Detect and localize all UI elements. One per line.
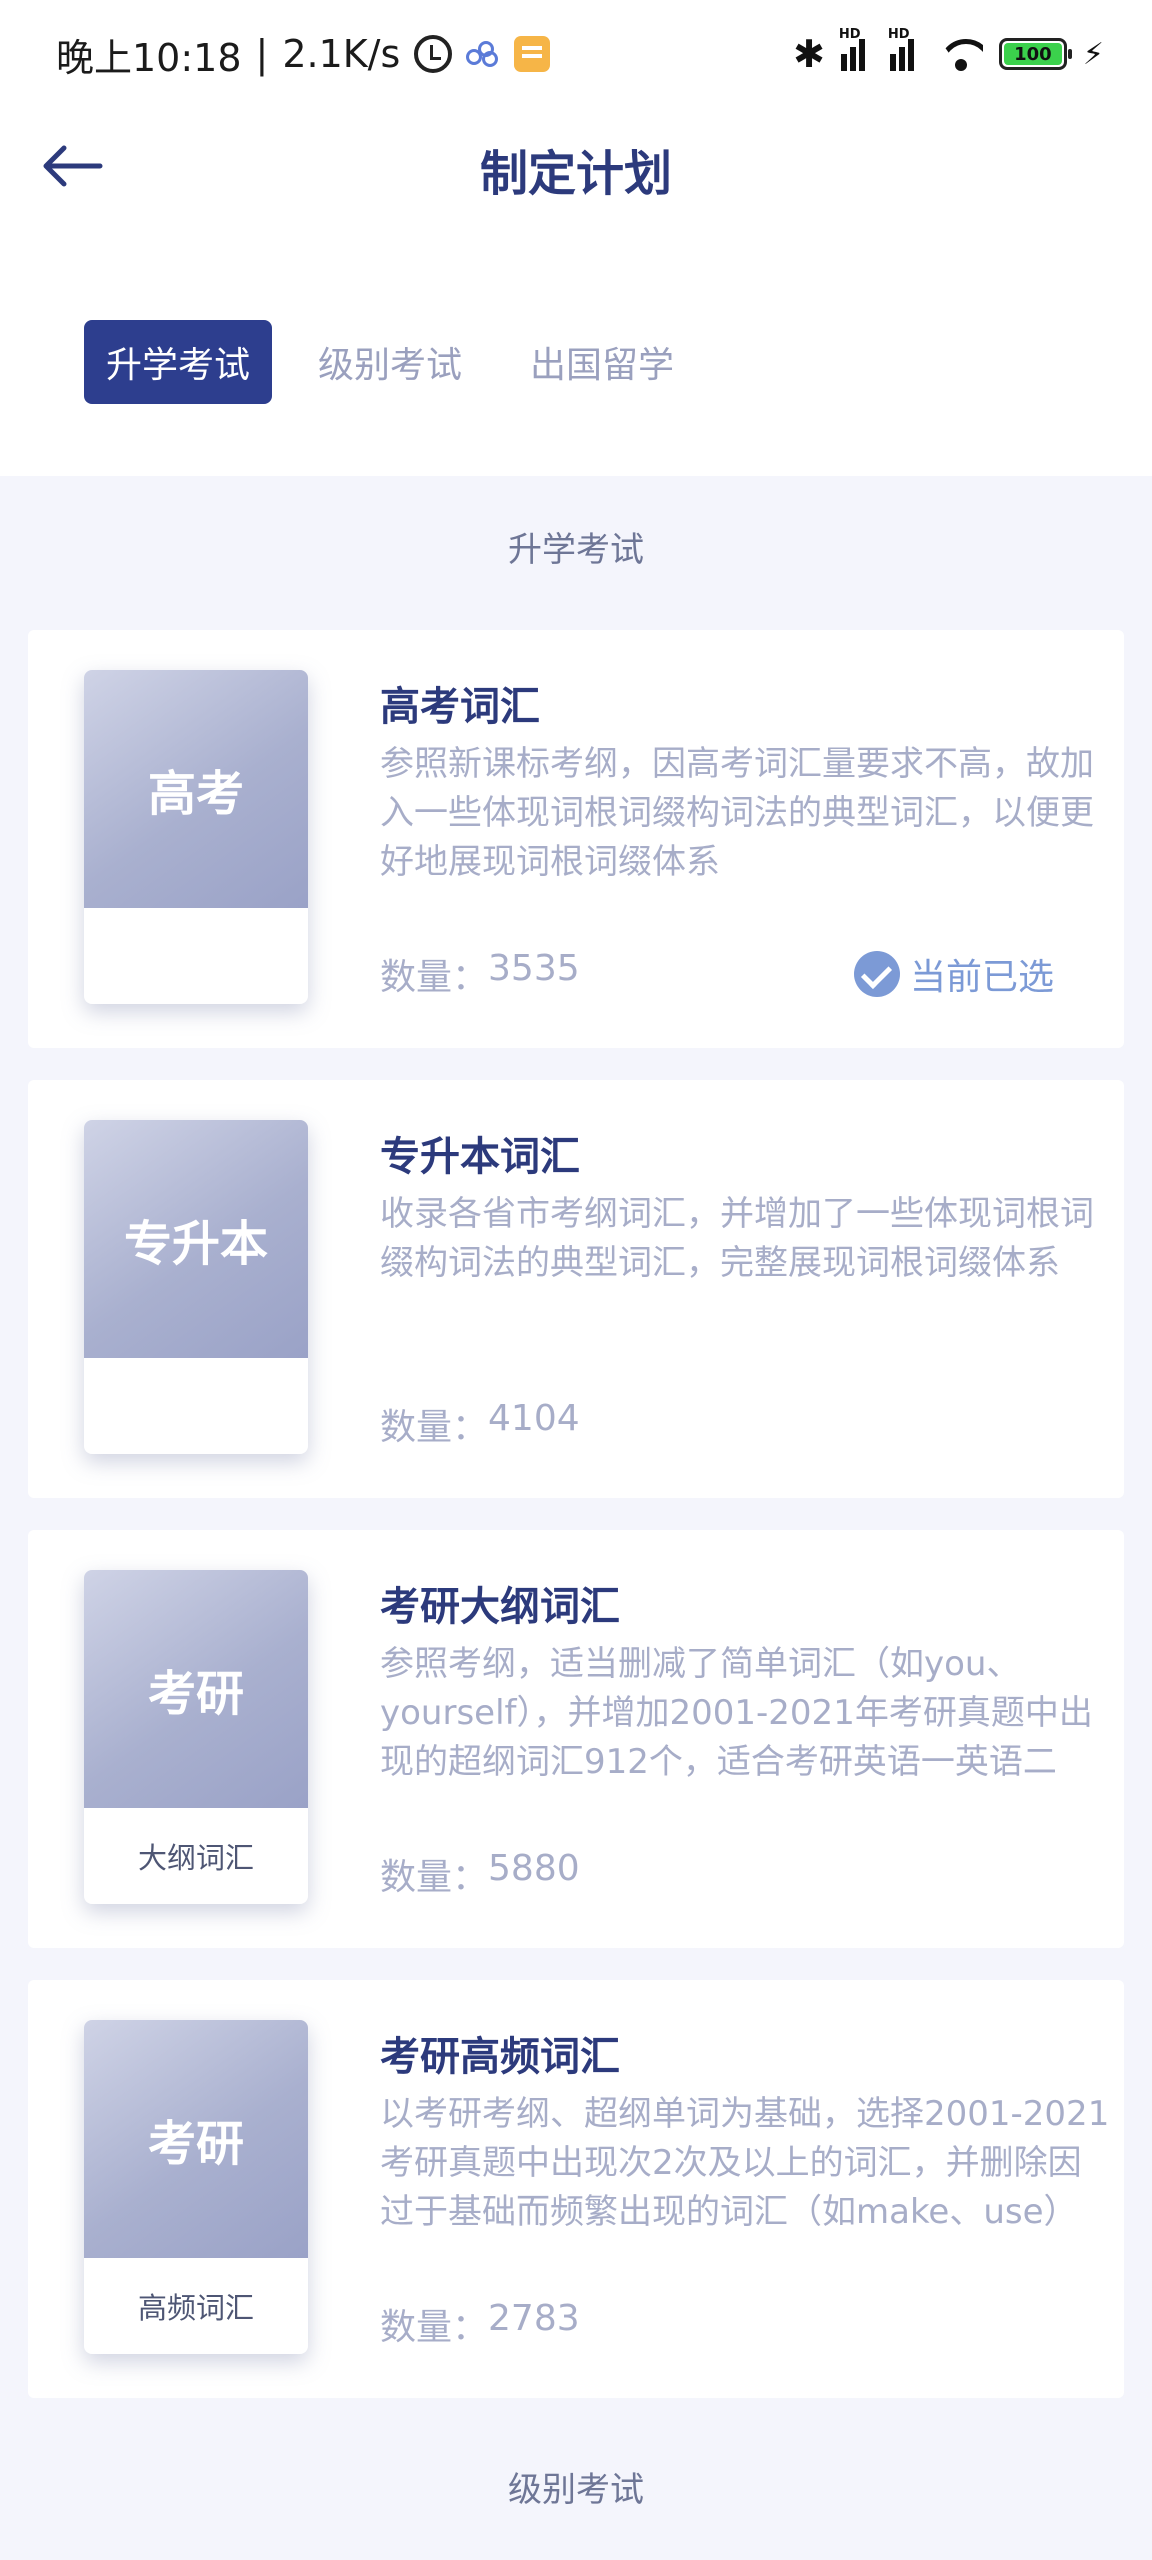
selected-label: 当前已选	[909, 957, 1054, 998]
vocab-card-gaokao[interactable]: 高考 高考词汇 参照新课标考纲，因高考词汇量要求不高，故加入一些体现词根词缀构词…	[28, 630, 1124, 1048]
cover-subtitle: 大纲词汇	[137, 1841, 254, 1875]
cover-subtitle	[84, 1358, 308, 1454]
hd-label-2: HD	[887, 27, 910, 42]
book-cover: 高考	[84, 670, 308, 1004]
signal-icon-2: HD	[888, 27, 923, 71]
tab-entrance-exam[interactable]: 升学考试	[84, 320, 273, 404]
category-tabs: 升学考试 级别考试 出国留学	[84, 320, 696, 404]
status-time: 晚上10:18	[56, 35, 242, 80]
vocab-card-zhuanshengben[interactable]: 专升本 专升本词汇 收录各省市考纲词汇，并增加了一些体现词根词缀构词法的典型词汇…	[28, 1080, 1124, 1498]
battery-icon: 100	[998, 38, 1072, 70]
cover-subtitle	[84, 908, 308, 1004]
battery-level: 100	[1003, 43, 1062, 65]
card-title: 专升本词汇	[380, 1134, 580, 1180]
header: 制定计划	[0, 110, 1152, 220]
status-right: ✱ HD HD 100 ⚡	[793, 26, 1104, 82]
book-cover: 考研 高频词汇	[84, 2020, 308, 2354]
card-title: 高考词汇	[380, 684, 540, 730]
tab-level-exam[interactable]: 级别考试	[296, 320, 484, 404]
count-value: 3535	[488, 948, 580, 989]
tab-study-abroad[interactable]: 出国留学	[508, 320, 696, 404]
book-cover: 专升本	[84, 1120, 308, 1454]
card-description: 参照考纲，适当删减了简单词汇（如you、yourself），并增加2001-20…	[380, 1644, 1093, 1782]
card-description: 参照新课标考纲，因高考词汇量要求不高，故加入一些体现词根词缀构词法的典型词汇，以…	[380, 744, 1094, 882]
hd-label: HD	[838, 27, 861, 42]
word-count: 数量： 4104	[380, 1398, 580, 1450]
count-value: 5880	[488, 1848, 580, 1889]
selected-indicator: 当前已选	[853, 948, 1054, 1000]
count-label: 数量：	[380, 1407, 489, 1448]
status-bar: 晚上10:18 | 2.1K/s ✱ HD HD 100 ⚡	[0, 0, 1152, 104]
page-title: 制定计划	[479, 146, 672, 202]
notes-app-icon	[514, 36, 551, 72]
count-label: 数量：	[380, 1857, 489, 1898]
network-speed: 2.1K/s	[282, 32, 401, 76]
alarm-icon	[414, 35, 453, 73]
vocab-card-kaoyan-frequent[interactable]: 考研 高频词汇 考研高频词汇 以考研考纲、超纲单词为基础，选择2001-2021…	[28, 1980, 1124, 2398]
card-description: 以考研考纲、超纲单词为基础，选择2001-2021考研真题中出现次2次及以上的词…	[380, 2094, 1110, 2232]
word-count: 数量： 5880	[380, 1848, 580, 1900]
word-count: 数量： 2783	[380, 2298, 580, 2350]
cover-subtitle: 高频词汇	[137, 2291, 254, 2325]
section-title-level: 级别考试	[508, 2470, 644, 2510]
word-count: 数量： 3535	[380, 948, 580, 1000]
count-value: 4104	[488, 1398, 580, 1439]
cover-title: 考研	[84, 2020, 308, 2258]
vocab-card-kaoyan-syllabus[interactable]: 考研 大纲词汇 考研大纲词汇 参照考纲，适当删减了简单词汇（如you、yours…	[28, 1530, 1124, 1948]
cloud-sync-icon	[466, 41, 500, 67]
count-label: 数量：	[380, 957, 489, 998]
cover-title: 专升本	[84, 1120, 308, 1358]
section-title-entrance: 升学考试	[508, 530, 644, 570]
count-label: 数量：	[380, 2307, 489, 2348]
signal-icon: HD	[839, 27, 874, 71]
cover-title: 高考	[84, 670, 308, 908]
bluetooth-icon: ✱	[793, 32, 825, 76]
status-left: 晚上10:18 | 2.1K/s	[56, 26, 551, 82]
check-circle-icon	[853, 951, 900, 997]
charging-icon: ⚡	[1082, 36, 1104, 72]
card-title: 考研大纲词汇	[380, 1584, 620, 1630]
wifi-icon	[939, 37, 983, 71]
status-separator: |	[255, 32, 269, 76]
count-value: 2783	[488, 2298, 580, 2339]
card-description: 收录各省市考纲词汇，并增加了一些体现词根词缀构词法的典型词汇，完整展现词根词缀体…	[380, 1194, 1094, 1283]
book-cover: 考研 大纲词汇	[84, 1570, 308, 1904]
card-title: 考研高频词汇	[380, 2034, 620, 2080]
cover-title: 考研	[84, 1570, 308, 1808]
